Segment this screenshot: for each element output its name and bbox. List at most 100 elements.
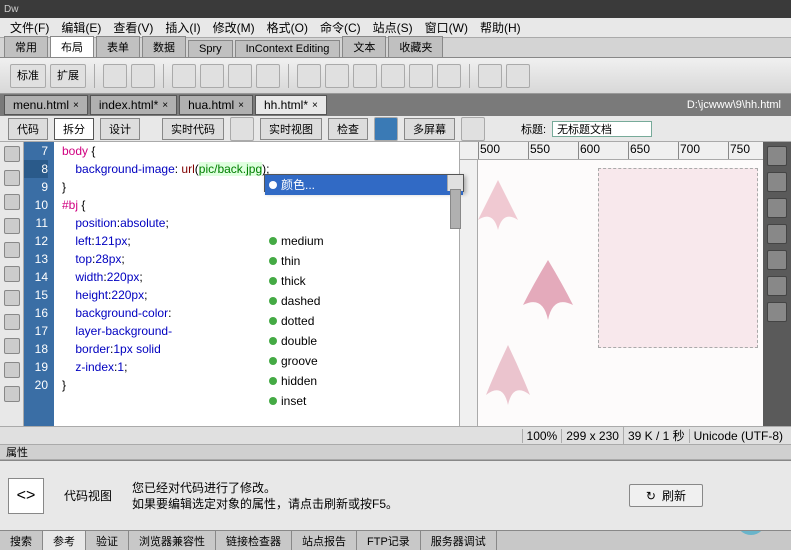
menu-site[interactable]: 站点(S): [373, 19, 413, 36]
tab-favorites[interactable]: 收藏夹: [388, 36, 443, 57]
tab-text[interactable]: 文本: [342, 36, 386, 57]
insert-table2-icon[interactable]: [200, 64, 224, 88]
title-input[interactable]: [552, 121, 652, 137]
globe-icon[interactable]: [374, 117, 398, 141]
tab-ftp[interactable]: FTP记录: [357, 531, 421, 550]
menu-format[interactable]: 格式(O): [267, 19, 308, 36]
gutter-wrap-icon[interactable]: [4, 362, 20, 378]
gutter-select-icon[interactable]: [4, 194, 20, 210]
btn-expand[interactable]: 扩展: [50, 64, 86, 88]
file-tab-hua[interactable]: hua.html×: [179, 95, 253, 115]
menu-commands[interactable]: 命令(C): [320, 19, 361, 36]
ac-item[interactable]: dashed: [265, 291, 463, 311]
close-icon[interactable]: ×: [73, 100, 79, 111]
ac-item-selected[interactable]: 颜色...: [265, 175, 463, 195]
gutter-open-icon[interactable]: [4, 146, 20, 162]
tab-common[interactable]: 常用: [4, 36, 48, 57]
tab-search[interactable]: 搜索: [0, 531, 43, 550]
css-panel-icon[interactable]: [767, 146, 787, 166]
multiscreen-button[interactable]: 多屏幕: [404, 118, 455, 140]
ac-item[interactable]: hidden: [265, 371, 463, 391]
inspect-button[interactable]: 检查: [328, 118, 368, 140]
tab-browser[interactable]: 浏览器兼容性: [129, 531, 216, 550]
behaviors-panel-icon[interactable]: [767, 224, 787, 244]
ac-item[interactable]: thick: [265, 271, 463, 291]
insert-ap-icon[interactable]: [131, 64, 155, 88]
gutter-indent-icon[interactable]: [4, 290, 20, 306]
scrollbar[interactable]: [447, 175, 463, 191]
menu-insert[interactable]: 插入(I): [165, 19, 200, 36]
tab-data[interactable]: 数据: [142, 36, 186, 57]
tab-incontext[interactable]: InContext Editing: [235, 40, 341, 57]
menu-window[interactable]: 窗口(W): [425, 19, 468, 36]
close-icon[interactable]: ×: [238, 100, 244, 111]
gutter-line-icon[interactable]: [4, 266, 20, 282]
window-size[interactable]: 299 x 230: [561, 429, 623, 443]
snippets-panel-icon[interactable]: [767, 302, 787, 322]
menu-file[interactable]: 文件(F): [10, 19, 49, 36]
file-tab-index[interactable]: index.html*×: [90, 95, 177, 115]
insert-div-icon[interactable]: [103, 64, 127, 88]
ac-item[interactable]: double: [265, 331, 463, 351]
preview-canvas[interactable]: [478, 160, 763, 426]
view-code-button[interactable]: 代码: [8, 118, 48, 140]
files-panel-icon[interactable]: [767, 250, 787, 270]
live-code-icon[interactable]: [230, 117, 254, 141]
ap-panel-icon[interactable]: [767, 172, 787, 192]
menu-modify[interactable]: 修改(M): [213, 19, 255, 36]
code-editor[interactable]: 7891011121314151617181920 body { backgro…: [24, 142, 459, 426]
ac-item[interactable]: thin: [265, 251, 463, 271]
tab-server[interactable]: 服务器调试: [421, 531, 497, 550]
insert-frame1-icon[interactable]: [478, 64, 502, 88]
insert-frame2-icon[interactable]: [506, 64, 530, 88]
assets-panel-icon[interactable]: [767, 276, 787, 296]
gutter-snippets-icon[interactable]: [4, 314, 20, 330]
code-lines[interactable]: body { background-image: url(pic/back.jp…: [54, 142, 459, 426]
file-tab-hh[interactable]: hh.html*×: [255, 95, 327, 115]
menu-view[interactable]: 查看(V): [113, 19, 153, 36]
view-split-button[interactable]: 拆分: [54, 118, 94, 140]
insert-grid5-icon[interactable]: [409, 64, 433, 88]
bj-element[interactable]: [598, 168, 758, 348]
menu-help[interactable]: 帮助(H): [480, 19, 521, 36]
gutter-parent-icon[interactable]: [4, 218, 20, 234]
tab-reference[interactable]: 参考: [43, 531, 86, 550]
tab-spry[interactable]: Spry: [188, 40, 233, 57]
gutter-highlight-icon[interactable]: [4, 386, 20, 402]
ac-item[interactable]: medium: [265, 231, 463, 251]
close-icon[interactable]: ×: [312, 100, 318, 111]
view-design-button[interactable]: 设计: [100, 118, 140, 140]
tab-link[interactable]: 链接检查器: [216, 531, 292, 550]
insert-grid6-icon[interactable]: [437, 64, 461, 88]
tag-panel-icon[interactable]: [767, 198, 787, 218]
file-tab-menu[interactable]: menu.html×: [4, 95, 88, 115]
menu-edit[interactable]: 编辑(E): [61, 19, 101, 36]
ac-item[interactable]: groove: [265, 351, 463, 371]
tab-validate[interactable]: 验证: [86, 531, 129, 550]
refresh-button[interactable]: ↻ 刷新: [629, 484, 703, 507]
autocomplete-popup[interactable]: 颜色... mediumthinthickdasheddotteddoubleg…: [264, 174, 464, 192]
ac-item[interactable]: inset: [265, 391, 463, 411]
tab-site[interactable]: 站点报告: [292, 531, 357, 550]
insert-table1-icon[interactable]: [172, 64, 196, 88]
insert-grid3-icon[interactable]: [353, 64, 377, 88]
zoom-level[interactable]: 100%: [522, 429, 562, 443]
close-icon[interactable]: ×: [162, 100, 168, 111]
tab-form[interactable]: 表单: [96, 36, 140, 57]
refresh-icon[interactable]: [461, 117, 485, 141]
ac-item[interactable]: dotted: [265, 311, 463, 331]
insert-table4-icon[interactable]: [256, 64, 280, 88]
insert-grid4-icon[interactable]: [381, 64, 405, 88]
gutter-balance-icon[interactable]: [4, 242, 20, 258]
scrollbar-thumb[interactable]: [450, 189, 461, 229]
live-view-button[interactable]: 实时视图: [260, 118, 322, 140]
tab-layout[interactable]: 布局: [50, 36, 94, 57]
gutter-collapse-icon[interactable]: [4, 170, 20, 186]
refresh-icon: ↻: [646, 489, 656, 503]
live-code-button[interactable]: 实时代码: [162, 118, 224, 140]
gutter-comment-icon[interactable]: [4, 338, 20, 354]
btn-standard[interactable]: 标准: [10, 64, 46, 88]
insert-grid1-icon[interactable]: [297, 64, 321, 88]
insert-table3-icon[interactable]: [228, 64, 252, 88]
insert-grid2-icon[interactable]: [325, 64, 349, 88]
